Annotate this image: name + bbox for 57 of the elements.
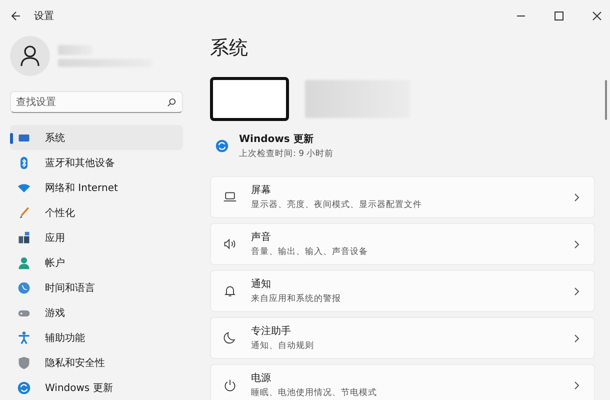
- nav-item[interactable]: 蓝牙和其他设备: [10, 150, 183, 175]
- maximize-icon[interactable]: [554, 11, 564, 21]
- close-icon[interactable]: [592, 11, 602, 21]
- moon-icon: [223, 331, 237, 345]
- chevron-icon: [574, 286, 580, 296]
- laptop-icon: [223, 190, 237, 204]
- sync-icon: [17, 380, 31, 394]
- sync-icon: [215, 139, 229, 153]
- search-icon: [167, 98, 176, 107]
- blurred-name: [58, 45, 92, 55]
- settings-card[interactable]: 通知 来自应用和系统的警报: [210, 270, 595, 312]
- card-subtitle: 睡眠、电池使用情况、节电模式: [251, 387, 378, 399]
- card-title: 通知: [251, 278, 272, 291]
- nav-item[interactable]: Windows 更新: [10, 375, 183, 400]
- accessibility-icon: [17, 330, 31, 344]
- scrollbar[interactable]: [605, 80, 607, 120]
- chevron-icon: [574, 380, 580, 390]
- person-icon: [17, 256, 31, 270]
- settings-card[interactable]: 电源 睡眠、电池使用情况、节电模式: [210, 364, 595, 400]
- update-status: 上次检查时间: 9 小时前: [239, 148, 334, 160]
- window-title: 设置: [34, 10, 54, 23]
- brush-icon: [17, 206, 31, 220]
- avatar: [10, 36, 50, 76]
- card-title: 屏幕: [251, 184, 272, 197]
- settings-card[interactable]: 声音 音量、输出、输入、声音设备: [210, 223, 595, 265]
- nav-item[interactable]: 个性化: [10, 200, 183, 225]
- nav-item[interactable]: 时间和语言: [10, 275, 183, 300]
- bell-icon: [223, 284, 237, 298]
- nav-item[interactable]: 辅助功能: [10, 325, 183, 350]
- search-field[interactable]: 查找设置: [10, 91, 183, 113]
- apps-icon: [17, 230, 31, 244]
- page-title: 系统: [210, 36, 249, 60]
- back-icon[interactable]: [11, 11, 21, 21]
- card-subtitle: 音量、输出、输入、声音设备: [251, 246, 369, 258]
- nav-item[interactable]: 系统: [10, 125, 183, 150]
- nav-item[interactable]: 帐户: [10, 250, 183, 275]
- nav-item[interactable]: 游戏: [10, 300, 183, 325]
- nav-item[interactable]: 隐私和安全性: [10, 350, 183, 375]
- shield-icon: [17, 356, 31, 370]
- chevron-icon: [574, 192, 580, 202]
- card-subtitle: 显示器、亮度、夜间模式、显示器配置文件: [251, 199, 423, 211]
- chevron-icon: [574, 240, 580, 248]
- update-title[interactable]: Windows 更新: [239, 132, 334, 146]
- nav-item[interactable]: 应用: [10, 225, 183, 250]
- nav-item[interactable]: 网络和 Internet: [10, 175, 183, 200]
- card-title: 专注助手: [251, 324, 292, 338]
- card-title: 电源: [251, 372, 272, 385]
- globe-clock-icon: [17, 280, 31, 294]
- card-subtitle: 通知、自动规则: [251, 340, 315, 352]
- settings-card[interactable]: 屏幕 显示器、亮度、夜间模式、显示器配置文件: [210, 176, 595, 218]
- chevron-icon: [574, 334, 580, 342]
- card-title: 声音: [251, 230, 272, 244]
- power-icon: [223, 378, 237, 392]
- selection-indicator: [10, 133, 13, 144]
- card-subtitle: 来自应用和系统的警报: [251, 293, 342, 305]
- settings-card[interactable]: 专注助手 通知、自动规则: [210, 317, 595, 359]
- speaker-icon: [223, 237, 237, 251]
